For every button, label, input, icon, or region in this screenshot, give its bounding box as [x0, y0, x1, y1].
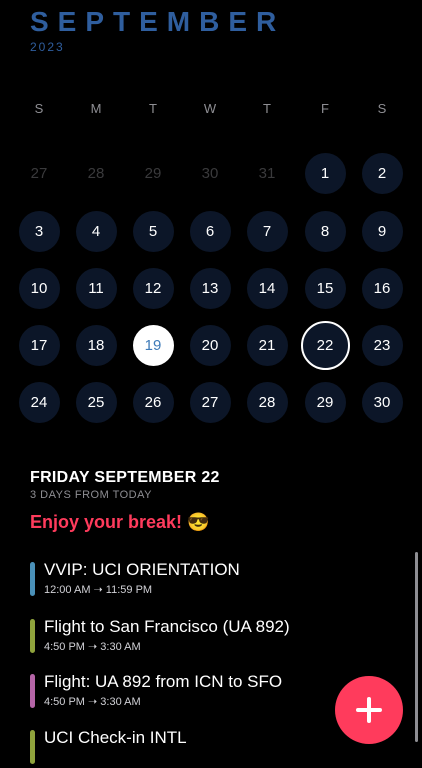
selected-day-subheading: 3 DAYS FROM TODAY	[30, 489, 152, 501]
day-cell-13[interactable]: 13	[189, 267, 231, 309]
event-color-bar	[30, 674, 35, 708]
event-time: 4:50 PM ➝ 3:30 AM	[44, 696, 141, 708]
day-cell-24[interactable]: 24	[18, 381, 60, 423]
day-cell-15[interactable]: 15	[304, 267, 346, 309]
event-color-bar	[30, 562, 35, 596]
day-note: Enjoy your break! 😎	[30, 512, 210, 532]
day-cell-22[interactable]: 22	[300, 320, 350, 370]
event-item[interactable]: Flight to San Francisco (UA 892) 4:50 PM …	[30, 617, 390, 657]
plus-icon	[356, 697, 382, 723]
day-cell-28[interactable]: 28	[246, 381, 288, 423]
day-cell-26[interactable]: 26	[132, 381, 174, 423]
day-cell-prev-30[interactable]: 30	[190, 153, 231, 194]
event-title: Flight to San Francisco (UA 892)	[44, 617, 290, 636]
day-cell-25[interactable]: 25	[75, 381, 117, 423]
day-cell-7[interactable]: 7	[246, 210, 288, 252]
day-cell-29[interactable]: 29	[304, 381, 346, 423]
event-title: VVIP: UCI ORIENTATION	[44, 560, 240, 579]
day-cell-prev-31[interactable]: 31	[247, 153, 288, 194]
day-cell-17[interactable]: 17	[18, 324, 60, 366]
day-cell-23[interactable]: 23	[361, 324, 403, 366]
day-cell-21[interactable]: 21	[246, 324, 288, 366]
calendar-grid: 27 28 29 30 31 1 2 3 4 5 6 7 8 9 10 11 12 13 14 15 16 17 18 19 2…	[0, 0, 422, 430]
day-cell-1[interactable]: 1	[304, 152, 346, 194]
day-cell-11[interactable]: 11	[75, 267, 117, 309]
day-cell-prev-27[interactable]: 27	[19, 153, 60, 194]
event-title: Flight: UA 892 from ICN to SFO	[44, 672, 283, 691]
event-item[interactable]: VVIP: UCI ORIENTATION 12:00 AM ➝ 11:59 PM	[30, 560, 390, 600]
day-cell-30[interactable]: 30	[361, 381, 403, 423]
day-cell-8[interactable]: 8	[304, 210, 346, 252]
day-cell-27[interactable]: 27	[189, 381, 231, 423]
day-cell-10[interactable]: 10	[18, 267, 60, 309]
day-cell-18[interactable]: 18	[75, 324, 117, 366]
day-cell-12[interactable]: 12	[132, 267, 174, 309]
event-color-bar	[30, 730, 35, 764]
day-cell-16[interactable]: 16	[361, 267, 403, 309]
event-item[interactable]: UCI Check-in INTL	[30, 728, 390, 768]
scrollbar[interactable]	[415, 552, 418, 742]
day-cell-6[interactable]: 6	[189, 210, 231, 252]
day-cell-4[interactable]: 4	[75, 210, 117, 252]
event-time: 4:50 PM ➝ 3:30 AM	[44, 641, 141, 653]
event-time: 12:00 AM ➝ 11:59 PM	[44, 584, 153, 596]
day-cell-3[interactable]: 3	[18, 210, 60, 252]
event-title: UCI Check-in INTL	[44, 728, 187, 747]
day-cell-14[interactable]: 14	[246, 267, 288, 309]
day-cell-5[interactable]: 5	[132, 210, 174, 252]
event-color-bar	[30, 619, 35, 653]
add-event-button[interactable]	[335, 676, 403, 744]
day-cell-prev-28[interactable]: 28	[76, 153, 117, 194]
selected-day-heading: FRIDAY SEPTEMBER 22	[30, 469, 220, 486]
day-cell-19[interactable]: 19	[132, 324, 174, 366]
day-cell-9[interactable]: 9	[361, 210, 403, 252]
day-cell-prev-29[interactable]: 29	[133, 153, 174, 194]
day-cell-2[interactable]: 2	[361, 152, 403, 194]
day-cell-20[interactable]: 20	[189, 324, 231, 366]
